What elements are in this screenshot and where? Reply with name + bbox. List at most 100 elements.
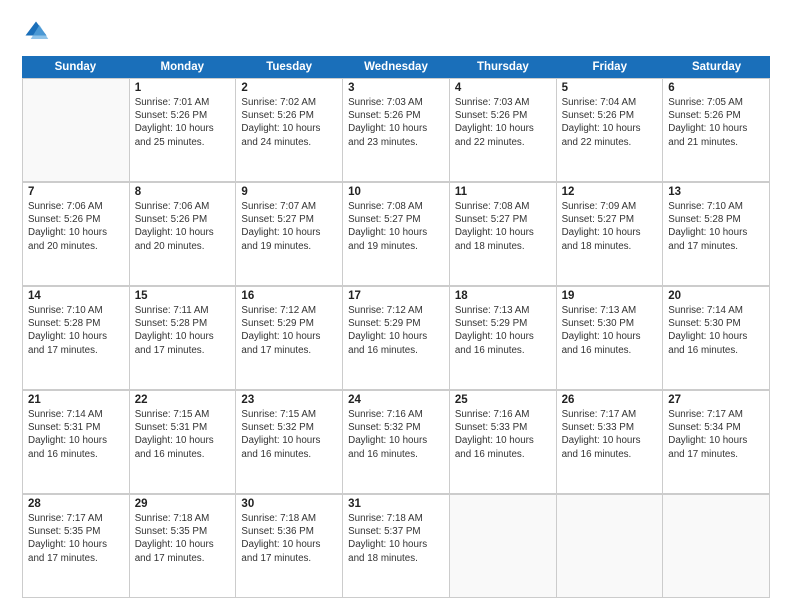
- sunrise-text: Sunrise: 7:13 AM: [455, 304, 551, 317]
- calendar-day-4: 4Sunrise: 7:03 AMSunset: 5:26 PMDaylight…: [450, 79, 557, 182]
- header-cell-saturday: Saturday: [663, 56, 770, 78]
- sunrise-text: Sunrise: 7:06 AM: [28, 200, 124, 213]
- calendar-day-21: 21Sunrise: 7:14 AMSunset: 5:31 PMDayligh…: [23, 391, 130, 494]
- daylight-text-2: and 17 minutes.: [28, 344, 124, 357]
- calendar-day-24: 24Sunrise: 7:16 AMSunset: 5:32 PMDayligh…: [343, 391, 450, 494]
- sunset-text: Sunset: 5:29 PM: [455, 317, 551, 330]
- sunrise-text: Sunrise: 7:13 AM: [562, 304, 658, 317]
- calendar-day-8: 8Sunrise: 7:06 AMSunset: 5:26 PMDaylight…: [130, 183, 237, 286]
- sunrise-text: Sunrise: 7:14 AM: [668, 304, 764, 317]
- day-number: 13: [668, 186, 764, 198]
- sunset-text: Sunset: 5:29 PM: [241, 317, 337, 330]
- calendar-day-empty: [557, 495, 664, 598]
- sunrise-text: Sunrise: 7:16 AM: [348, 408, 444, 421]
- sunrise-text: Sunrise: 7:15 AM: [241, 408, 337, 421]
- page: SundayMondayTuesdayWednesdayThursdayFrid…: [0, 0, 792, 612]
- sunrise-text: Sunrise: 7:03 AM: [455, 96, 551, 109]
- day-number: 28: [28, 498, 124, 510]
- sunrise-text: Sunrise: 7:03 AM: [348, 96, 444, 109]
- sunset-text: Sunset: 5:28 PM: [668, 213, 764, 226]
- sunrise-text: Sunrise: 7:04 AM: [562, 96, 658, 109]
- daylight-text-2: and 16 minutes.: [28, 448, 124, 461]
- header-cell-tuesday: Tuesday: [236, 56, 343, 78]
- calendar-day-20: 20Sunrise: 7:14 AMSunset: 5:30 PMDayligh…: [663, 287, 770, 390]
- sunrise-text: Sunrise: 7:15 AM: [135, 408, 231, 421]
- daylight-text: Daylight: 10 hours: [455, 330, 551, 343]
- sunset-text: Sunset: 5:32 PM: [348, 421, 444, 434]
- sunset-text: Sunset: 5:29 PM: [348, 317, 444, 330]
- header-cell-thursday: Thursday: [449, 56, 556, 78]
- daylight-text-2: and 19 minutes.: [241, 240, 337, 253]
- daylight-text-2: and 17 minutes.: [241, 552, 337, 565]
- daylight-text: Daylight: 10 hours: [241, 122, 337, 135]
- day-number: 16: [241, 290, 337, 302]
- daylight-text-2: and 17 minutes.: [28, 552, 124, 565]
- calendar-week-3: 14Sunrise: 7:10 AMSunset: 5:28 PMDayligh…: [22, 286, 770, 390]
- sunrise-text: Sunrise: 7:18 AM: [348, 512, 444, 525]
- sunset-text: Sunset: 5:26 PM: [135, 109, 231, 122]
- daylight-text: Daylight: 10 hours: [455, 122, 551, 135]
- sunset-text: Sunset: 5:27 PM: [241, 213, 337, 226]
- day-number: 8: [135, 186, 231, 198]
- sunset-text: Sunset: 5:33 PM: [562, 421, 658, 434]
- daylight-text-2: and 25 minutes.: [135, 136, 231, 149]
- daylight-text-2: and 17 minutes.: [668, 448, 764, 461]
- daylight-text-2: and 17 minutes.: [135, 552, 231, 565]
- sunset-text: Sunset: 5:35 PM: [135, 525, 231, 538]
- calendar-day-14: 14Sunrise: 7:10 AMSunset: 5:28 PMDayligh…: [23, 287, 130, 390]
- day-number: 20: [668, 290, 764, 302]
- day-number: 18: [455, 290, 551, 302]
- sunrise-text: Sunrise: 7:16 AM: [455, 408, 551, 421]
- calendar-day-19: 19Sunrise: 7:13 AMSunset: 5:30 PMDayligh…: [557, 287, 664, 390]
- header-cell-monday: Monday: [129, 56, 236, 78]
- day-number: 23: [241, 394, 337, 406]
- daylight-text: Daylight: 10 hours: [348, 122, 444, 135]
- calendar-day-6: 6Sunrise: 7:05 AMSunset: 5:26 PMDaylight…: [663, 79, 770, 182]
- calendar-day-27: 27Sunrise: 7:17 AMSunset: 5:34 PMDayligh…: [663, 391, 770, 494]
- calendar-day-13: 13Sunrise: 7:10 AMSunset: 5:28 PMDayligh…: [663, 183, 770, 286]
- daylight-text: Daylight: 10 hours: [135, 538, 231, 551]
- daylight-text-2: and 20 minutes.: [28, 240, 124, 253]
- sunrise-text: Sunrise: 7:09 AM: [562, 200, 658, 213]
- daylight-text: Daylight: 10 hours: [241, 330, 337, 343]
- calendar-day-25: 25Sunrise: 7:16 AMSunset: 5:33 PMDayligh…: [450, 391, 557, 494]
- day-number: 29: [135, 498, 231, 510]
- sunrise-text: Sunrise: 7:07 AM: [241, 200, 337, 213]
- day-number: 12: [562, 186, 658, 198]
- sunset-text: Sunset: 5:36 PM: [241, 525, 337, 538]
- daylight-text-2: and 17 minutes.: [241, 344, 337, 357]
- sunset-text: Sunset: 5:27 PM: [562, 213, 658, 226]
- calendar-day-3: 3Sunrise: 7:03 AMSunset: 5:26 PMDaylight…: [343, 79, 450, 182]
- daylight-text: Daylight: 10 hours: [455, 226, 551, 239]
- sunset-text: Sunset: 5:27 PM: [455, 213, 551, 226]
- daylight-text-2: and 21 minutes.: [668, 136, 764, 149]
- sunset-text: Sunset: 5:37 PM: [348, 525, 444, 538]
- sunrise-text: Sunrise: 7:12 AM: [348, 304, 444, 317]
- calendar-day-7: 7Sunrise: 7:06 AMSunset: 5:26 PMDaylight…: [23, 183, 130, 286]
- calendar-header-row: SundayMondayTuesdayWednesdayThursdayFrid…: [22, 56, 770, 78]
- daylight-text: Daylight: 10 hours: [135, 122, 231, 135]
- daylight-text-2: and 24 minutes.: [241, 136, 337, 149]
- calendar-day-23: 23Sunrise: 7:15 AMSunset: 5:32 PMDayligh…: [236, 391, 343, 494]
- sunrise-text: Sunrise: 7:01 AM: [135, 96, 231, 109]
- calendar-day-26: 26Sunrise: 7:17 AMSunset: 5:33 PMDayligh…: [557, 391, 664, 494]
- daylight-text: Daylight: 10 hours: [668, 330, 764, 343]
- sunset-text: Sunset: 5:28 PM: [28, 317, 124, 330]
- sunrise-text: Sunrise: 7:08 AM: [348, 200, 444, 213]
- sunset-text: Sunset: 5:35 PM: [28, 525, 124, 538]
- daylight-text-2: and 20 minutes.: [135, 240, 231, 253]
- sunrise-text: Sunrise: 7:02 AM: [241, 96, 337, 109]
- sunrise-text: Sunrise: 7:17 AM: [562, 408, 658, 421]
- calendar-day-2: 2Sunrise: 7:02 AMSunset: 5:26 PMDaylight…: [236, 79, 343, 182]
- daylight-text-2: and 16 minutes.: [455, 448, 551, 461]
- calendar-day-22: 22Sunrise: 7:15 AMSunset: 5:31 PMDayligh…: [130, 391, 237, 494]
- daylight-text-2: and 16 minutes.: [241, 448, 337, 461]
- daylight-text: Daylight: 10 hours: [348, 434, 444, 447]
- day-number: 14: [28, 290, 124, 302]
- day-number: 21: [28, 394, 124, 406]
- daylight-text: Daylight: 10 hours: [455, 434, 551, 447]
- daylight-text: Daylight: 10 hours: [135, 330, 231, 343]
- calendar-day-10: 10Sunrise: 7:08 AMSunset: 5:27 PMDayligh…: [343, 183, 450, 286]
- daylight-text-2: and 17 minutes.: [668, 240, 764, 253]
- calendar-week-5: 28Sunrise: 7:17 AMSunset: 5:35 PMDayligh…: [22, 494, 770, 598]
